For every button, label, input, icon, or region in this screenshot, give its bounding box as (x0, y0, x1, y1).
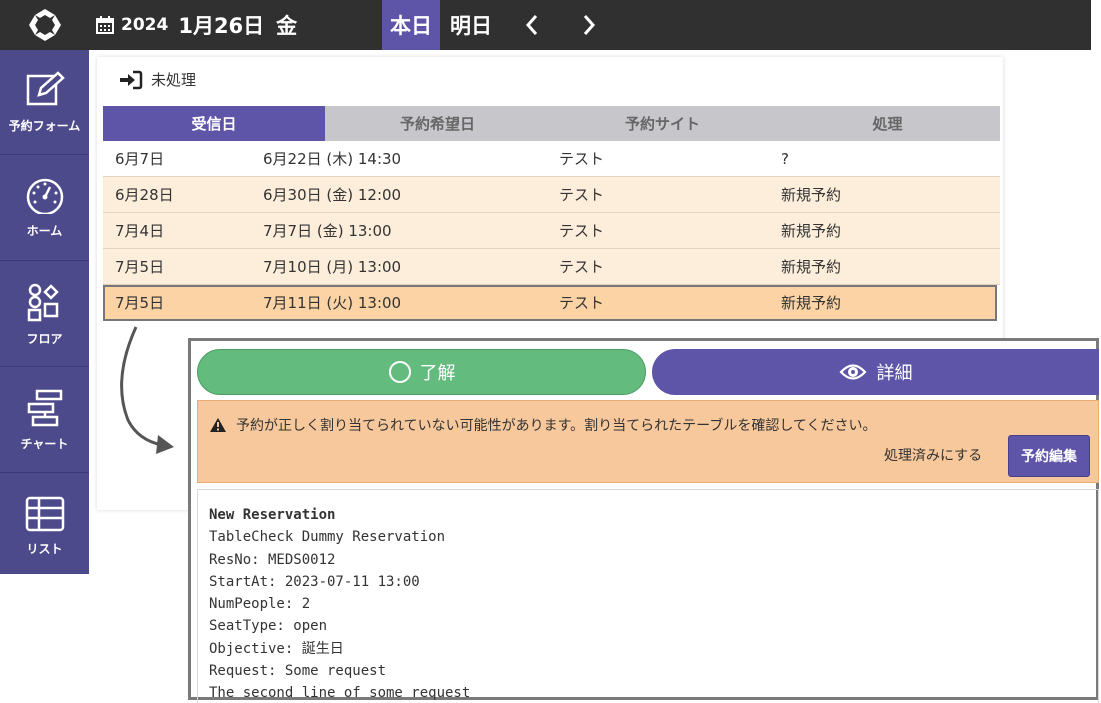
cell-action: 新規予約 (781, 294, 842, 312)
sign-in-icon (120, 70, 143, 89)
cell-site: テスト (559, 222, 605, 240)
sidebar-item-chart[interactable]: チャート (0, 368, 89, 473)
warning-message-row: 予約が正しく割り当てられていない可能性があります。割り当てられたテーブルを確認し… (210, 415, 877, 435)
sidebar-item-list[interactable]: リスト (0, 474, 89, 579)
cell-requested: 6月30日 (金) 12:00 (263, 186, 402, 204)
reservation-raw-text: New Reservation TableCheck Dummy Reserva… (197, 489, 1099, 703)
app-logo-icon[interactable] (0, 0, 90, 50)
sidebar-item-label: フロア (26, 331, 63, 346)
column-requested-date[interactable]: 予約希望日 (325, 106, 550, 141)
date-weekday: 金 (276, 14, 298, 38)
warning-icon (210, 418, 226, 432)
cell-site: テスト (559, 150, 605, 168)
date-year: 2024 (121, 15, 169, 35)
eye-icon (839, 364, 866, 380)
table-row[interactable]: 6月28日 6月30日 (金) 12:00 テスト 新規予約 (103, 177, 1000, 213)
reservation-detail-popup: 了解 詳細 予約が正しく割り当てられていない可能性があります。割り当てられたテー… (188, 338, 1099, 703)
raw-line: New Reservation (209, 507, 336, 523)
panel-header: 未処理 (119, 69, 196, 90)
column-received-date[interactable]: 受信日 (103, 106, 325, 141)
table-row[interactable]: 6月7日 6月22日 (木) 14:30 テスト ? (103, 141, 1000, 177)
prev-day-button[interactable] (515, 0, 549, 50)
table-row-selected[interactable]: 7月5日 7月11日 (火) 13:00 テスト 新規予約 (103, 285, 997, 321)
chevron-right-icon (583, 15, 596, 35)
raw-line: Request: Some request (209, 663, 387, 680)
chevron-left-icon (525, 15, 538, 35)
warning-alert: 予約が正しく割り当てられていない可能性があります。割り当てられたテーブルを確認し… (197, 400, 1099, 483)
cell-received: 6月28日 (115, 186, 174, 204)
cell-action: 新規予約 (781, 258, 842, 276)
current-date[interactable]: 2024 1月26日 金 (95, 0, 297, 50)
sidebar-item-label: リスト (26, 542, 63, 556)
raw-line: TableCheck Dummy Reservation (209, 529, 446, 546)
table-row[interactable]: 7月4日 7月7日 (金) 13:00 テスト 新規予約 (103, 213, 1000, 249)
table-row[interactable]: 7月5日 7月10日 (月) 13:00 テスト 新規予約 (103, 249, 1000, 285)
cell-received: 7月4日 (115, 222, 165, 240)
raw-line: The second line of some request (209, 685, 471, 702)
cell-requested: 7月7日 (金) 13:00 (263, 222, 392, 240)
edit-icon (26, 70, 65, 105)
table-header: 受信日 予約希望日 予約サイト 処理 (103, 106, 1000, 141)
list-icon (25, 496, 64, 532)
cell-action: ? (781, 150, 789, 168)
unprocessed-table: 受信日 予約希望日 予約サイト 処理 6月7日 6月22日 (木) 14:30 … (103, 106, 1000, 321)
raw-line: Objective: 誕生日 (209, 640, 344, 657)
acknowledge-label: 了解 (419, 363, 456, 384)
sidebar-item-label: チャート (20, 436, 69, 451)
cell-action: 新規予約 (781, 186, 842, 204)
sidebar-item-label: 予約フォーム (8, 118, 81, 133)
curved-arrow-icon (120, 326, 174, 454)
sidebar-item-floor[interactable]: フロア (0, 262, 89, 367)
cell-received: 7月5日 (115, 258, 165, 276)
details-button[interactable]: 詳細 (652, 349, 1099, 395)
sidebar: 予約フォーム ホーム フロア チャート リスト (0, 50, 89, 574)
chart-icon (27, 389, 62, 426)
panel-title: 未処理 (151, 71, 197, 89)
circle-icon (388, 361, 411, 383)
warning-message: 予約が正しく割り当てられていない可能性があります。割り当てられたテーブルを確認し… (236, 418, 877, 434)
details-label: 詳細 (876, 363, 913, 384)
floor-icon (27, 283, 59, 321)
cell-site: テスト (559, 258, 605, 276)
cell-requested: 7月10日 (月) 13:00 (263, 258, 402, 276)
edit-reservation-button[interactable]: 予約編集 (1008, 435, 1090, 477)
cell-site: テスト (559, 294, 605, 312)
cell-received: 6月7日 (115, 150, 165, 168)
sidebar-item-home[interactable]: ホーム (0, 156, 89, 261)
raw-line: ResNo: MEDS0012 (209, 551, 336, 568)
column-action[interactable]: 処理 (775, 106, 1000, 141)
next-day-button[interactable] (572, 0, 606, 50)
mark-done-link[interactable]: 処理済みにする (884, 445, 982, 465)
cell-requested: 6月22日 (木) 14:30 (263, 150, 402, 168)
calendar-icon (96, 16, 114, 34)
top-bar: 2024 1月26日 金 本日 明日 (0, 0, 1091, 50)
cell-action: 新規予約 (781, 222, 842, 240)
dashboard-icon (26, 178, 63, 214)
raw-line: StartAt: 2023-07-11 13:00 (209, 573, 420, 590)
raw-line: NumPeople: 2 (209, 596, 311, 613)
raw-line: SeatType: open (209, 618, 328, 635)
column-reservation-site[interactable]: 予約サイト (550, 106, 775, 141)
cell-requested: 7月11日 (火) 13:00 (263, 294, 402, 312)
cell-site: テスト (559, 186, 605, 204)
acknowledge-button[interactable]: 了解 (197, 349, 646, 395)
tomorrow-button[interactable]: 明日 (442, 0, 500, 50)
cell-received: 7月5日 (115, 294, 165, 312)
sidebar-item-label: ホーム (26, 223, 63, 238)
today-button[interactable]: 本日 (382, 0, 440, 50)
sidebar-item-reservation-form[interactable]: 予約フォーム (0, 50, 89, 155)
date-month-day: 1月26日 (178, 14, 265, 38)
